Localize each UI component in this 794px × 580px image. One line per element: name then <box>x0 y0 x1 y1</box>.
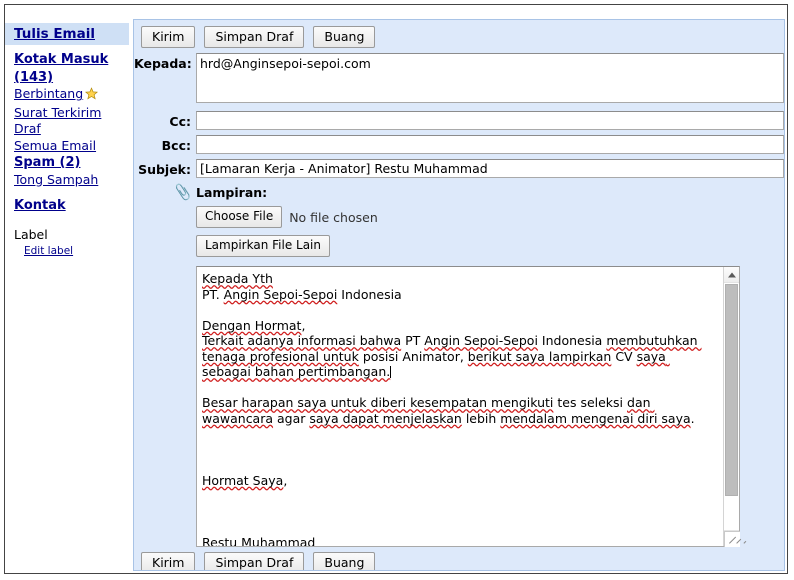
body-closing-comma: , <box>283 472 288 488</box>
body-para1-b: PT <box>401 333 425 348</box>
body-signature-a: Restu <box>202 534 238 547</box>
no-file-chosen-text: No file chosen <box>289 209 378 225</box>
sidebar-item-label[interactable]: Tong Sampah <box>14 172 98 187</box>
send-button-top[interactable]: Kirim <box>141 26 196 48</box>
body-para1-f: posisi Animator, <box>358 348 468 364</box>
resize-handle-icon[interactable] <box>724 531 747 547</box>
sidebar-item-inbox[interactable]: Kotak Masuk (143) <box>14 51 125 86</box>
body-para2-b: tes seleksi <box>553 395 628 410</box>
field-row-cc: Cc: <box>134 111 784 130</box>
sidebar-item-label[interactable]: Berbintang <box>14 86 83 101</box>
attachment-header: 📎 Lampiran: <box>134 183 784 203</box>
edit-label-link[interactable]: Edit label <box>14 243 125 257</box>
paperclip-icon: 📎 <box>172 183 193 203</box>
main-content: Kirim Simpan Draf Buang Kepada: Cc: <box>131 5 787 573</box>
attachment-controls: Choose File No file chosen Lampirkan Fil… <box>134 206 784 257</box>
sidebar: Tulis Email Kotak Masuk (143) Berbintang… <box>5 5 131 573</box>
message-body-editor[interactable]: Kepada Yth PT. Angin Sepoi-Sepoi Indones… <box>196 266 747 547</box>
sidebar-item-label[interactable]: Draf <box>14 121 41 136</box>
subject-input[interactable] <box>196 159 784 178</box>
contacts-link-label[interactable]: Kontak <box>14 198 66 213</box>
sidebar-item-starred[interactable]: Berbintang <box>14 86 125 105</box>
sidebar-item-label[interactable]: Kotak Masuk (143) <box>14 52 108 85</box>
body-scrollbar[interactable] <box>723 267 739 546</box>
save-draft-button-bottom[interactable]: Simpan Draf <box>204 552 305 570</box>
body-line2-a: PT. <box>202 286 224 302</box>
sidebar-nav-list: Kotak Masuk (143) Berbintang Surat Terki… <box>5 45 131 188</box>
bcc-input[interactable] <box>196 135 784 154</box>
to-label: Kepada: <box>134 56 192 71</box>
message-body-text[interactable]: Kepada Yth PT. Angin Sepoi-Sepoi Indones… <box>197 267 723 546</box>
sidebar-item-label[interactable]: Surat Terkirim <box>14 105 101 120</box>
sidebar-label-section: Label Edit label <box>5 227 131 257</box>
body-para1-h: CV <box>611 348 637 364</box>
subject-label: Subjek: <box>138 162 191 177</box>
compose-panel: Kirim Simpan Draf Buang Kepada: Cc: <box>133 19 785 571</box>
bcc-label: Bcc: <box>161 138 191 153</box>
text-caret <box>390 366 392 378</box>
send-button-bottom[interactable]: Kirim <box>141 552 196 570</box>
sidebar-item-trash[interactable]: Tong Sampah <box>14 172 125 189</box>
field-row-bcc: Bcc: <box>134 135 784 154</box>
discard-button-bottom[interactable]: Buang <box>313 552 376 570</box>
body-greeting-comma: , <box>301 317 306 333</box>
body-signature-b: Muhammad <box>237 534 316 547</box>
body-para2-f: lebih <box>461 410 501 426</box>
attach-another-file-button[interactable]: Lampirkan File Lain <box>196 235 330 257</box>
email-client-window: Tulis Email Kotak Masuk (143) Berbintang… <box>4 4 788 574</box>
to-input[interactable] <box>196 53 784 103</box>
sidebar-item-sent[interactable]: Surat Terkirim <box>14 105 125 122</box>
body-closing: Hormat Saya <box>202 472 284 488</box>
field-row-subject: Subjek: <box>134 159 784 178</box>
body-para1-g: berikut saya lampirkan <box>467 348 612 364</box>
body-para1-c: Angin Sepoi-Sepoi <box>424 333 538 348</box>
cc-label: Cc: <box>169 114 191 129</box>
field-row-to: Kepada: <box>134 53 784 106</box>
sidebar-item-compose[interactable]: Tulis Email <box>5 23 129 45</box>
body-para1-a: Terkait adanya informasi bahwa <box>202 333 402 348</box>
body-para1-d: Indonesia <box>537 333 607 348</box>
sidebar-item-label[interactable]: Spam (2) <box>14 155 80 170</box>
choose-file-button[interactable]: Choose File <box>196 206 283 228</box>
sidebar-item-contacts[interactable]: Kontak <box>5 198 131 213</box>
body-para2-h: . <box>690 410 695 426</box>
label-section-title: Label <box>14 227 48 242</box>
toolbar-bottom: Kirim Simpan Draf Buang <box>134 547 784 570</box>
body-para2-a: Besar harapan saya untuk diberi kesempat… <box>202 395 554 410</box>
scroll-up-arrow-icon[interactable] <box>724 267 739 283</box>
body-para2-e: saya dapat menjelaskan <box>309 410 462 426</box>
sidebar-item-all-mail[interactable]: Semua Email <box>14 138 125 155</box>
sidebar-item-drafts[interactable]: Draf <box>14 121 125 138</box>
sidebar-item-label[interactable]: Semua Email <box>14 138 96 153</box>
edit-label-text[interactable]: Edit label <box>24 245 73 257</box>
compose-link-label[interactable]: Tulis Email <box>14 26 95 42</box>
toolbar-top: Kirim Simpan Draf Buang <box>134 20 784 53</box>
sidebar-item-spam[interactable]: Spam (2) <box>14 154 125 172</box>
body-line1: Kepada Yth <box>202 271 273 286</box>
save-draft-button-top[interactable]: Simpan Draf <box>204 26 305 48</box>
attachment-label: Lampiran: <box>196 185 268 200</box>
body-para2-g: mendalam mengenai diri saya <box>500 410 691 426</box>
star-icon <box>85 87 99 105</box>
message-body-wrapper: Kepada Yth PT. Angin Sepoi-Sepoi Indones… <box>196 266 747 547</box>
scrollbar-thumb[interactable] <box>725 284 738 496</box>
body-para2-d: agar <box>273 410 310 426</box>
body-line2-b: Angin Sepoi-Sepoi <box>223 286 338 302</box>
body-line2-c: Indonesia <box>337 286 402 302</box>
cc-input[interactable] <box>196 111 784 130</box>
body-greeting: Dengan Hormat <box>202 317 302 333</box>
discard-button-top[interactable]: Buang <box>313 26 376 48</box>
